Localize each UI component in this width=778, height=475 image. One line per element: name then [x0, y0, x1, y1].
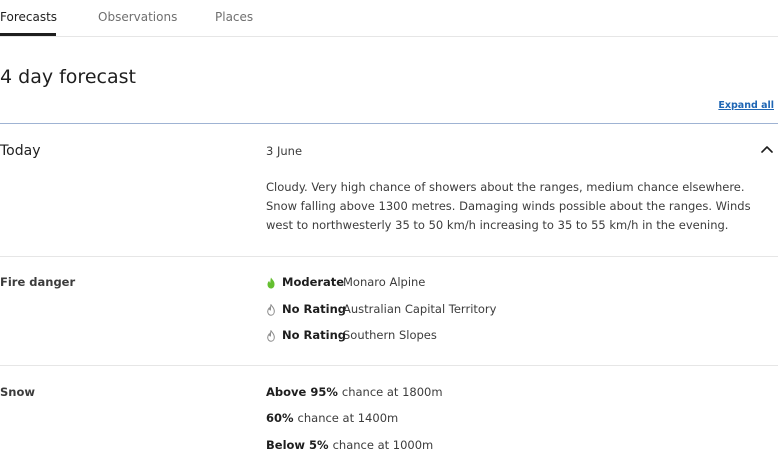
- fire-danger-no-rating-icon: [267, 330, 275, 342]
- fire-rating: No Rating: [282, 328, 347, 342]
- fire-danger-no-rating-icon: [267, 304, 275, 316]
- fire-area: Monaro Alpine: [343, 275, 426, 289]
- snow-level: chance at 1000m: [332, 438, 434, 452]
- forecast-page: Forecasts Observations Places 4 day fore…: [0, 0, 778, 475]
- fire-danger-label: Fire danger: [0, 275, 76, 289]
- snow-chance: Above 95%: [266, 385, 342, 399]
- snow-row: 60% chance at 1400m: [266, 411, 398, 425]
- day-label[interactable]: Today: [0, 143, 41, 159]
- snow-level: chance at 1800m: [341, 385, 443, 399]
- expand-all-link[interactable]: Expand all: [718, 100, 774, 111]
- active-tab-indicator: [0, 33, 56, 36]
- snow-label: Snow: [0, 385, 35, 399]
- snow-chance: 60%: [266, 411, 298, 425]
- snow-row: Above 95% chance at 1800m: [266, 385, 443, 399]
- fire-area: Australian Capital Territory: [343, 302, 497, 316]
- tab-bar: Forecasts Observations Places: [0, 0, 778, 37]
- tab-places[interactable]: Places: [215, 10, 253, 24]
- fire-area: Southern Slopes: [343, 328, 437, 342]
- fire-rating: No Rating: [282, 302, 347, 316]
- snow-chance: Below 5%: [266, 438, 333, 452]
- tab-forecasts[interactable]: Forecasts: [0, 10, 57, 24]
- snow-row: Below 5% chance at 1000m: [266, 438, 433, 452]
- divider: [0, 123, 778, 124]
- divider: [0, 256, 778, 257]
- snow-level: chance at 1400m: [297, 411, 399, 425]
- tab-observations[interactable]: Observations: [98, 10, 177, 24]
- fire-danger-moderate-icon: [267, 277, 275, 289]
- day-date: 3 June: [266, 144, 303, 158]
- divider: [0, 365, 778, 366]
- fire-rating: Moderate: [282, 275, 345, 289]
- forecast-summary: Cloudy. Very high chance of showers abou…: [266, 180, 751, 232]
- chevron-up-icon[interactable]: [758, 140, 776, 158]
- page-title: 4 day forecast: [0, 66, 136, 88]
